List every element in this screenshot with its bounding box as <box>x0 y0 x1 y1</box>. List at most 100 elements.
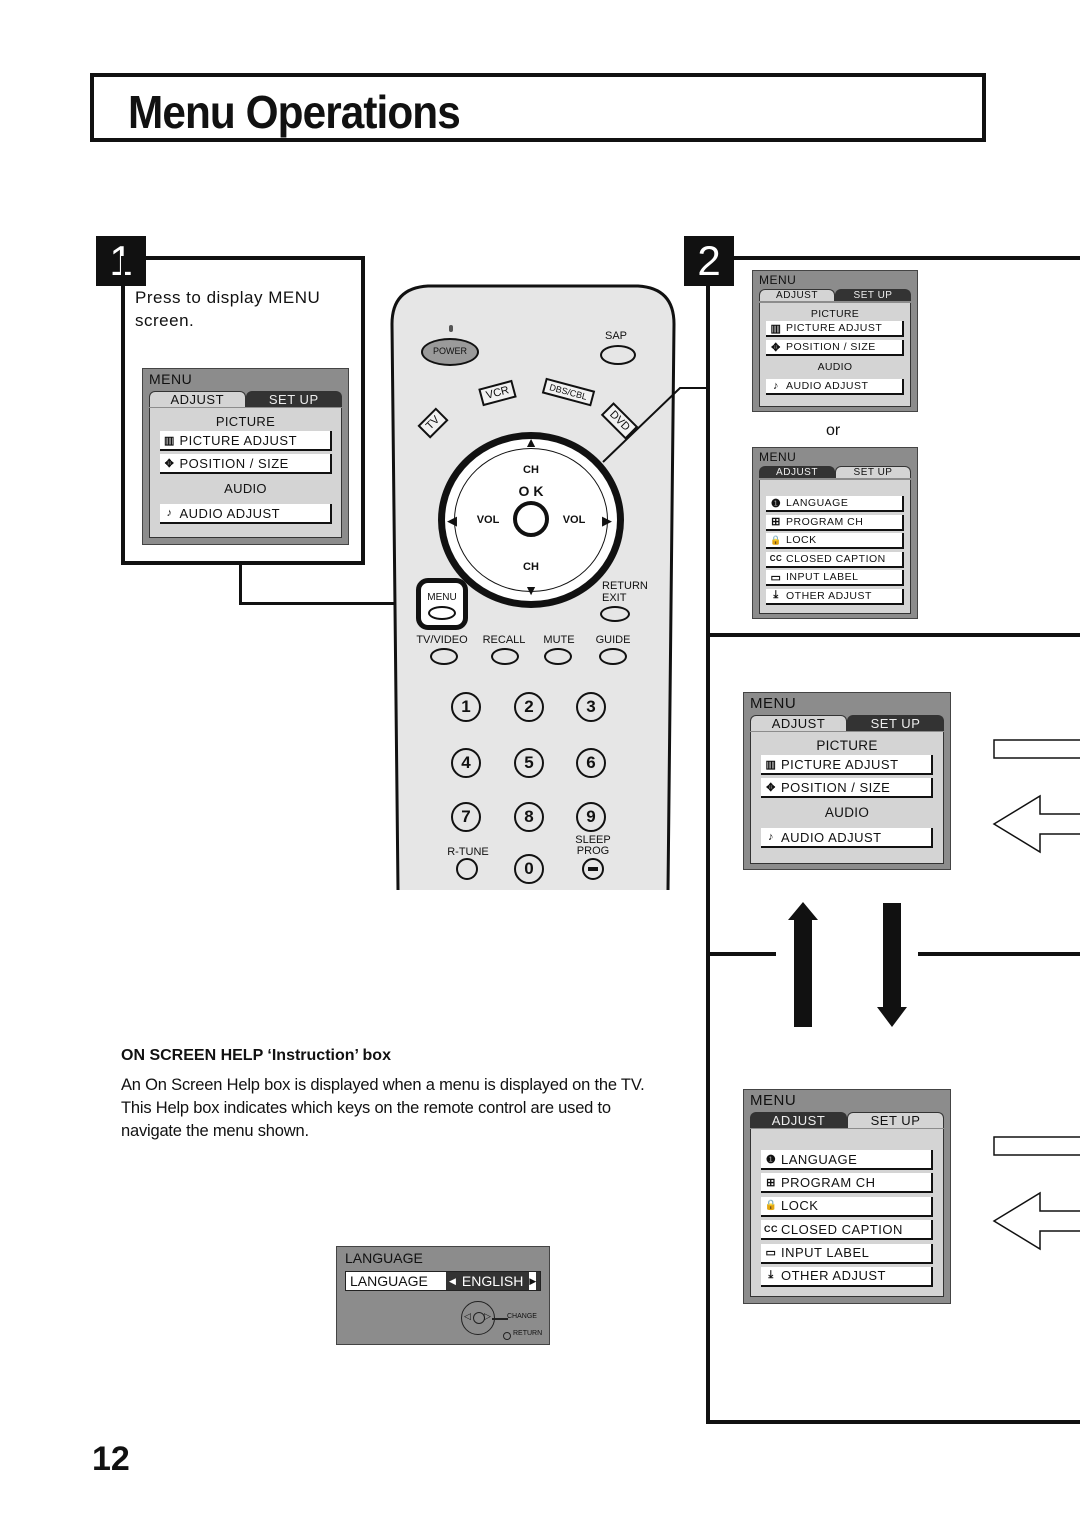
menu-item-label: OTHER ADJUST <box>781 1268 886 1284</box>
input-label-icon: ▭ <box>765 1247 777 1260</box>
mute-button[interactable] <box>544 648 572 665</box>
closed-caption-icon: CC <box>764 1224 778 1235</box>
recall-label: RECALL <box>482 634 526 646</box>
recall-button[interactable] <box>491 648 519 665</box>
page-title: Menu Operations <box>128 86 461 138</box>
language-value: ENGLISH <box>461 1273 524 1289</box>
number-1-button[interactable]: 1 <box>451 692 481 722</box>
section-picture: PICTURE <box>810 308 860 320</box>
sap-label: SAP <box>604 330 627 342</box>
music-note-icon: ♪ <box>166 507 173 519</box>
menu-item-label: AUDIO ADJUST <box>781 829 882 845</box>
menu-item-audio-adjust[interactable]: ♪ AUDIO ADJUST <box>766 379 904 395</box>
tab-setup[interactable]: SET UP <box>847 715 944 731</box>
tab-setup[interactable]: SET UP <box>835 466 911 478</box>
down-arrow-icon <box>877 903 907 1027</box>
position-size-icon: ✥ <box>771 341 781 354</box>
tab-setup[interactable]: SET UP <box>835 289 911 301</box>
menu-item-picture-adjust[interactable]: ▥ PICTURE ADJUST <box>766 321 904 337</box>
ok-button[interactable] <box>513 501 549 537</box>
menu-item-position-size[interactable]: ✥ POSITION / SIZE <box>761 778 933 798</box>
menu-item-position-size[interactable]: ✥ POSITION / SIZE <box>159 454 332 474</box>
menu-item-closed-caption[interactable]: CC CLOSED CAPTION <box>761 1220 933 1241</box>
menu-item-other-adjust[interactable]: ⤓ OTHER ADJUST <box>761 1266 933 1287</box>
help-connector <box>492 1318 508 1320</box>
language-row-value[interactable]: ◀ ENGLISH ▶ <box>446 1272 540 1290</box>
menu-item-label: PICTURE ADJUST <box>179 432 298 448</box>
title-box: Menu Operations <box>90 73 986 142</box>
tab-adjust[interactable]: ADJUST <box>750 715 847 731</box>
ch-up-arrow-icon[interactable]: ▲ <box>523 434 539 450</box>
menu-item-other-adjust[interactable]: ⤓ OTHER ADJUST <box>766 588 904 605</box>
ch-down-arrow-icon[interactable]: ▼ <box>523 582 539 598</box>
menu-item-label: PROGRAM CH <box>781 1174 876 1190</box>
number-5-button[interactable]: 5 <box>514 748 544 778</box>
menu-item-label: LANGUAGE <box>786 497 849 509</box>
prog-minus-button[interactable] <box>582 858 604 880</box>
or-label: or <box>826 422 841 439</box>
r-tune-button[interactable] <box>456 858 478 880</box>
tab-adjust[interactable]: ADJUST <box>149 391 246 407</box>
power-indicator <box>449 325 453 332</box>
number-2-button[interactable]: 2 <box>514 692 544 722</box>
tab-adjust[interactable]: ADJUST <box>759 466 835 478</box>
power-label: POWER <box>432 346 467 356</box>
input-label-icon: ▭ <box>770 571 782 584</box>
section-audio: AUDIO <box>817 361 853 373</box>
closed-caption-icon: CC <box>769 554 783 563</box>
guide-label: GUIDE <box>595 634 631 646</box>
vol-left-label: VOL <box>476 514 500 526</box>
menu-item-label: PICTURE ADJUST <box>786 322 883 334</box>
menu-adjust-panel-3: MENU ADJUST SET UP PICTURE ▥ PICTURE ADJU… <box>743 692 951 870</box>
menu-item-picture-adjust[interactable]: ▥ PICTURE ADJUST <box>761 755 933 775</box>
menu-title: MENU <box>750 695 797 712</box>
number-3-button[interactable]: 3 <box>576 692 606 722</box>
menu-button-highlight <box>416 578 468 630</box>
menu-item-input-label[interactable]: ▭ INPUT LABEL <box>761 1243 933 1264</box>
menu-item-lock[interactable]: 🔒 LOCK <box>766 533 904 549</box>
menu-item-label: AUDIO ADJUST <box>786 380 869 392</box>
menu-item-lock[interactable]: 🔒 LOCK <box>761 1196 933 1217</box>
vol-right-arrow-icon[interactable]: ▶ <box>600 513 614 529</box>
language-icon: ❶ <box>770 497 782 510</box>
menu-item-program-ch[interactable]: ⊞ PROGRAM CH <box>761 1173 933 1194</box>
menu-item-closed-caption[interactable]: CC CLOSED CAPTION <box>766 551 904 568</box>
menu-item-program-ch[interactable]: ⊞ PROGRAM CH <box>766 514 904 531</box>
number-9-button[interactable]: 9 <box>576 802 606 832</box>
number-0-button[interactable]: 0 <box>514 854 544 884</box>
menu-item-label: OTHER ADJUST <box>786 589 872 602</box>
number-4-button[interactable]: 4 <box>451 748 481 778</box>
section-picture: PICTURE <box>215 414 276 429</box>
number-7-button[interactable]: 7 <box>451 802 481 832</box>
menu-item-audio-adjust[interactable]: ♪ AUDIO ADJUST <box>761 828 933 848</box>
menu-item-language[interactable]: ❶ LANGUAGE <box>766 496 904 512</box>
step-2-divider <box>706 633 1080 637</box>
tab-setup[interactable]: SET UP <box>847 1112 944 1128</box>
dial-help-icon: ◁ ▷ <box>461 1301 495 1335</box>
menu-item-input-label[interactable]: ▭ INPUT LABEL <box>766 570 904 586</box>
tab-setup[interactable]: SET UP <box>245 391 342 407</box>
language-row[interactable]: LANGUAGE ◀ ENGLISH ▶ <box>345 1271 541 1291</box>
sap-button[interactable] <box>600 345 636 365</box>
right-arrow-icon: ▶ <box>529 1272 537 1290</box>
tv-video-button[interactable] <box>430 648 458 665</box>
step-2-bottom-line <box>706 1420 1080 1424</box>
vol-left-arrow-icon[interactable]: ◀ <box>445 513 459 529</box>
guide-button[interactable] <box>599 648 627 665</box>
menu-item-picture-adjust[interactable]: ▥ PICTURE ADJUST <box>159 431 332 451</box>
menu-item-position-size[interactable]: ✥ POSITION / SIZE <box>766 340 904 356</box>
number-6-button[interactable]: 6 <box>576 748 606 778</box>
help-heading: ON SCREEN HELP ‘Instruction’ box <box>121 1047 391 1064</box>
menu-item-label: PICTURE ADJUST <box>781 756 899 772</box>
tab-adjust[interactable]: ADJUST <box>759 289 835 301</box>
return-exit-button[interactable] <box>600 606 630 622</box>
menu-item-audio-adjust[interactable]: ♪ AUDIO ADJUST <box>159 504 332 524</box>
tab-adjust[interactable]: ADJUST <box>750 1112 847 1128</box>
menu-item-language[interactable]: ❶ LANGUAGE <box>761 1150 933 1170</box>
menu-setup-panel-3: MENU ADJUST SET UP ❶ LANGUAGE ⊞ PROGRAM CH… <box>743 1089 951 1304</box>
ok-label: O K <box>518 483 544 499</box>
r-tune-label: R-TUNE <box>447 846 489 858</box>
vol-right-label: VOL <box>562 514 586 526</box>
number-8-button[interactable]: 8 <box>514 802 544 832</box>
menu-button[interactable] <box>428 606 456 620</box>
